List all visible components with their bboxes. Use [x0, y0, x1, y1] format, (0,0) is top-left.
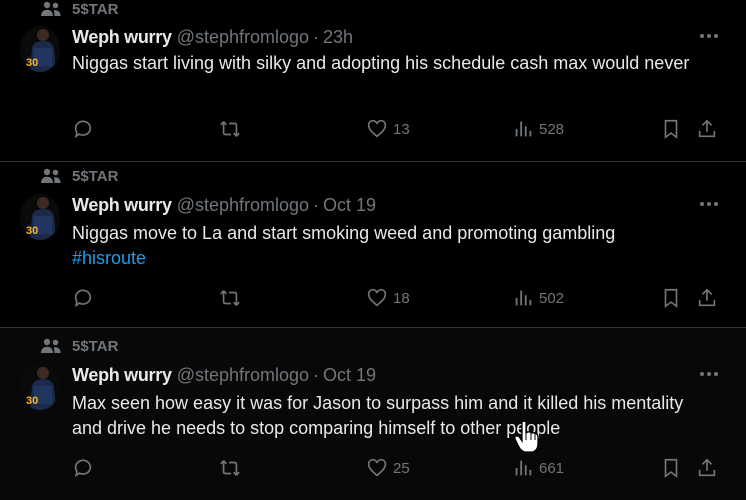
bookmark-icon	[664, 458, 678, 478]
view-count: 661	[539, 459, 565, 477]
views-button[interactable]: 502	[512, 286, 564, 310]
share-upload-icon	[698, 288, 716, 307]
more-dots-icon	[700, 372, 718, 376]
author-handle[interactable]: @stephfromlogo	[177, 27, 309, 48]
reply-bubble-icon	[74, 459, 92, 478]
action-bar: 18 502	[0, 286, 746, 310]
reply-bubble-icon	[74, 289, 92, 308]
repost-button[interactable]	[218, 456, 242, 480]
author-name[interactable]: Weph wurry	[72, 365, 172, 386]
bookmark-icon	[664, 288, 678, 308]
svg-text:30: 30	[26, 57, 38, 69]
action-bar: 13 528	[0, 117, 746, 141]
author-handle[interactable]: @stephfromlogo	[177, 195, 309, 216]
tweet-text-content: Max seen how easy it was for Jason to su…	[72, 393, 684, 438]
separator: ·	[313, 194, 320, 215]
bookmark-button[interactable]	[660, 456, 682, 480]
people-icon	[40, 167, 62, 185]
timestamp[interactable]: Oct 19	[323, 195, 376, 216]
avatar[interactable]: 30	[20, 194, 60, 240]
reply-button[interactable]	[72, 117, 94, 141]
like-button[interactable]: 18	[366, 286, 410, 310]
more-button[interactable]	[698, 28, 720, 44]
like-count: 18	[393, 289, 410, 307]
avatar[interactable]: 30	[20, 364, 60, 410]
reply-button[interactable]	[72, 456, 94, 480]
view-count: 528	[539, 120, 565, 138]
bar-chart-icon	[515, 460, 532, 476]
bookmark-button[interactable]	[660, 117, 682, 141]
bookmark-icon	[664, 119, 678, 139]
tweet-text-content: Niggas move to La and start smoking weed…	[72, 223, 616, 243]
timestamp[interactable]: Oct 19	[323, 365, 376, 386]
svg-text:30: 30	[26, 225, 38, 237]
tweet-card[interactable]: 5$TAR 30 Weph wurry @stephfromlogo · Oct…	[0, 328, 746, 500]
tweet-header: Weph wurry @stephfromlogo · Oct 19	[72, 364, 376, 386]
bar-chart-icon	[515, 121, 532, 137]
action-bar: 25 661	[0, 456, 746, 480]
social-context-label: 5$TAR	[72, 0, 119, 18]
like-count: 13	[393, 120, 410, 138]
more-button[interactable]	[698, 366, 720, 382]
tweet-card[interactable]: 5$TAR 30 Weph wurry @stephfromlogo · 23h…	[0, 0, 746, 162]
social-context: 5$TAR	[40, 167, 118, 185]
tweet-text: Niggas start living with silky and adopt…	[72, 51, 712, 76]
social-context-label: 5$TAR	[72, 337, 119, 355]
timeline-feed: 5$TAR 30 Weph wurry @stephfromlogo · 23h…	[0, 0, 746, 500]
tweet-card[interactable]: 5$TAR 30 Weph wurry @stephfromlogo · Oct…	[0, 158, 746, 328]
bar-chart-icon	[515, 290, 532, 306]
tweet-text: Niggas move to La and start smoking weed…	[72, 221, 712, 271]
like-button[interactable]: 25	[366, 456, 410, 480]
tweet-text-content: Niggas start living with silky and adopt…	[72, 53, 690, 73]
separator: ·	[313, 364, 320, 385]
repost-arrows-icon	[220, 460, 240, 476]
like-count: 25	[393, 459, 410, 477]
like-button[interactable]: 13	[366, 117, 410, 141]
author-handle[interactable]: @stephfromlogo	[177, 365, 309, 386]
views-button[interactable]: 661	[512, 456, 564, 480]
timestamp[interactable]: 23h	[323, 27, 353, 48]
share-button[interactable]	[696, 456, 718, 480]
author-name[interactable]: Weph wurry	[72, 195, 172, 216]
more-dots-icon	[700, 202, 718, 206]
social-context-label: 5$TAR	[72, 167, 119, 185]
tweet-header: Weph wurry @stephfromlogo · Oct 19	[72, 194, 376, 216]
heart-icon	[367, 288, 387, 307]
reply-bubble-icon	[74, 120, 92, 139]
author-name[interactable]: Weph wurry	[72, 27, 172, 48]
svg-text:30: 30	[26, 395, 38, 407]
tweet-header: Weph wurry @stephfromlogo · 23h	[72, 26, 353, 48]
social-context: 5$TAR	[40, 337, 118, 355]
share-upload-icon	[698, 119, 716, 138]
repost-arrows-icon	[220, 121, 240, 137]
separator: ·	[313, 26, 320, 47]
social-context: 5$TAR	[40, 0, 118, 18]
people-icon	[40, 0, 62, 18]
people-icon	[40, 337, 62, 355]
more-button[interactable]	[698, 196, 720, 212]
repost-button[interactable]	[218, 286, 242, 310]
avatar[interactable]: 30	[20, 26, 60, 72]
heart-icon	[367, 458, 387, 477]
hashtag-link[interactable]: #hisroute	[72, 248, 146, 268]
more-dots-icon	[700, 34, 718, 38]
share-button[interactable]	[696, 117, 718, 141]
repost-button[interactable]	[218, 117, 242, 141]
heart-icon	[367, 119, 387, 138]
reply-button[interactable]	[72, 286, 94, 310]
share-button[interactable]	[696, 286, 718, 310]
tweet-text: Max seen how easy it was for Jason to su…	[72, 391, 712, 441]
repost-arrows-icon	[220, 290, 240, 306]
views-button[interactable]: 528	[512, 117, 564, 141]
share-upload-icon	[698, 458, 716, 477]
bookmark-button[interactable]	[660, 286, 682, 310]
view-count: 502	[539, 289, 565, 307]
